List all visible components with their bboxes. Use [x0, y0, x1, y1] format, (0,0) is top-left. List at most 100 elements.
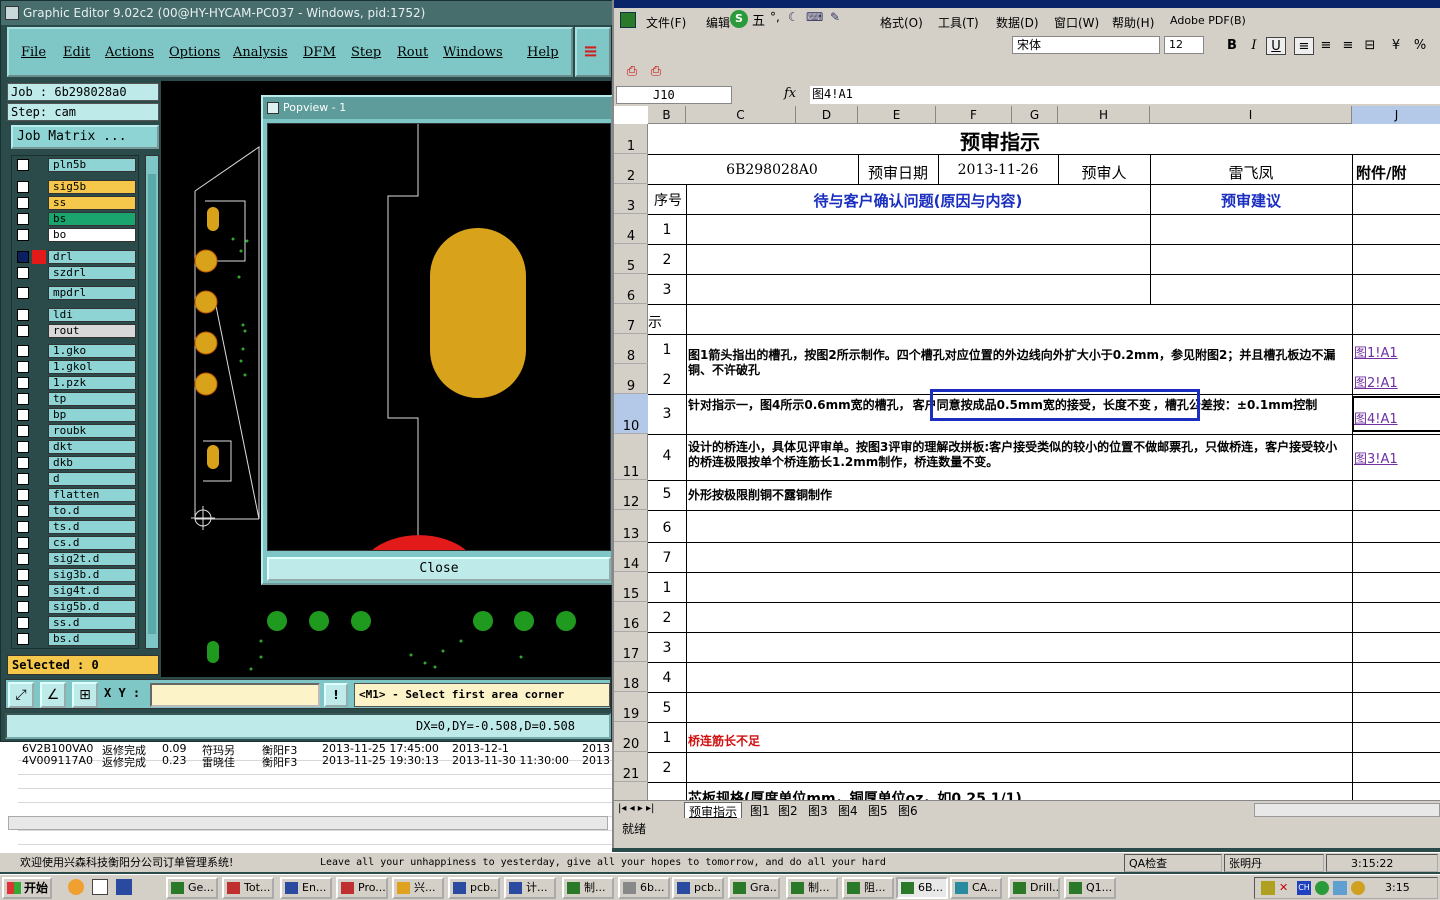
row-header[interactable]: 5	[614, 244, 648, 274]
menu-actions[interactable]: Actions	[105, 45, 154, 60]
instruction-text[interactable]: 图1箭头指出的槽孔，按图2所示制作。四个槽孔对应位置的外边线向外扩大小于0.2m…	[688, 348, 1348, 378]
layer-row[interactable]: szdrl	[14, 266, 136, 280]
row-header[interactable]: 19	[614, 692, 648, 722]
pdf-convert-icon[interactable]: ⎙	[622, 63, 642, 81]
suggest-label[interactable]: 预审建议	[1150, 190, 1352, 211]
taskbar-button[interactable]: 计...	[504, 877, 556, 899]
layer-row[interactable]: 1.pzk	[14, 376, 136, 390]
layer-row[interactable]: ldi	[14, 308, 136, 322]
row-header[interactable]: 13	[614, 510, 648, 542]
row-header[interactable]: 17	[614, 632, 648, 662]
reviewer-name[interactable]: 雷飞凤	[1150, 162, 1352, 183]
layer-checkbox[interactable]	[17, 287, 29, 299]
seq-cell[interactable]: 2	[648, 252, 686, 268]
layer-checkbox[interactable]	[17, 309, 29, 321]
taskbar-button[interactable]: Q1...	[1064, 877, 1116, 899]
formula-input[interactable]: 图4!A1	[810, 86, 1440, 104]
menu-file[interactable]: File	[21, 45, 46, 60]
row-header[interactable]: 8	[614, 334, 648, 364]
layer-color-swatch[interactable]	[32, 408, 46, 422]
layer-color-swatch[interactable]	[32, 440, 46, 454]
column-header[interactable]: C	[686, 106, 796, 124]
instruction-text[interactable]: 设计的桥连小，具体见评审单。按图3评审的理解改拼板:客户接受类似的较小的位置不做…	[688, 440, 1348, 470]
row-header[interactable]: 11	[614, 434, 648, 480]
menu-windows[interactable]: Windows	[443, 45, 503, 60]
taskbar-button[interactable]: 制...	[786, 877, 838, 899]
layer-name[interactable]: bs	[48, 212, 136, 226]
layer-checkbox[interactable]	[17, 377, 29, 389]
layer-name[interactable]: drl	[48, 250, 136, 264]
instruction-no[interactable]: 2	[648, 372, 686, 388]
seq-cell[interactable]: 4	[648, 670, 686, 686]
column-header[interactable]: G	[1012, 106, 1058, 124]
font-size-select[interactable]: 12	[1164, 36, 1204, 54]
layer-checkbox[interactable]	[17, 553, 29, 565]
layer-scrollbar[interactable]	[145, 155, 159, 649]
column-header[interactable]: H	[1058, 106, 1150, 124]
layer-row[interactable]: roubk	[14, 424, 136, 438]
taskbar-button[interactable]: 制...	[562, 877, 614, 899]
align-right-icon[interactable]: ≡	[1338, 37, 1358, 55]
menu-format[interactable]: 格式(O)	[880, 14, 923, 31]
taskbar-button[interactable]: 阻...	[842, 877, 894, 899]
layer-checkbox[interactable]	[17, 505, 29, 517]
layer-row[interactable]: bs.d	[14, 632, 136, 646]
layer-checkbox[interactable]	[17, 457, 29, 469]
layer-color-swatch[interactable]	[32, 616, 46, 630]
taskbar-button[interactable]: 6B...	[896, 877, 948, 899]
menu-edit[interactable]: Edit	[63, 45, 90, 60]
row-header[interactable]: 9	[614, 364, 648, 394]
layer-row[interactable]: ss	[14, 196, 136, 210]
layer-row[interactable]: sig2t.d	[14, 552, 136, 566]
tab-fig5[interactable]: 图5	[868, 802, 888, 819]
layer-name[interactable]: d	[48, 472, 136, 486]
layer-color-swatch[interactable]	[32, 472, 46, 486]
seq-cell[interactable]: 1	[648, 222, 686, 238]
currency-icon[interactable]: ¥	[1386, 37, 1406, 55]
menu-rout[interactable]: Rout	[397, 45, 428, 60]
row-header[interactable]: 15	[614, 572, 648, 602]
menu-step[interactable]: Step	[351, 45, 381, 60]
row-header[interactable]: 2	[614, 154, 648, 184]
layer-row[interactable]: sig3b.d	[14, 568, 136, 582]
layer-color-swatch[interactable]	[32, 488, 46, 502]
tray-icon[interactable]	[1333, 881, 1347, 895]
layer-checkbox[interactable]	[17, 251, 29, 263]
popview-canvas[interactable]	[267, 123, 611, 551]
layer-checkbox[interactable]	[17, 409, 29, 421]
qa-check[interactable]: QA检查	[1124, 854, 1222, 872]
layer-color-swatch[interactable]	[32, 324, 46, 338]
layer-name[interactable]: sig5b.d	[48, 600, 136, 614]
instruction-no[interactable]: 1	[648, 342, 686, 358]
layer-row[interactable]: to.d	[14, 504, 136, 518]
row-header[interactable]: 1	[614, 124, 648, 154]
layer-color-swatch[interactable]	[32, 308, 46, 322]
layer-checkbox[interactable]	[17, 393, 29, 405]
layer-name[interactable]: cs.d	[48, 536, 136, 550]
taskbar-button[interactable]: 兴...	[392, 877, 444, 899]
menu-adobe-pdf[interactable]: Adobe PDF(B)	[1170, 14, 1246, 27]
layer-color-swatch[interactable]	[32, 376, 46, 390]
seq-label[interactable]: 序号	[650, 190, 686, 210]
layer-color-swatch[interactable]	[32, 180, 46, 194]
layer-checkbox[interactable]	[17, 537, 29, 549]
ime-tray-icon[interactable]: CH	[1297, 881, 1311, 895]
attachment-link[interactable]: 图2!A1	[1354, 372, 1398, 391]
menu-analysis[interactable]: Analysis	[233, 45, 288, 60]
layer-name[interactable]: mpdrl	[48, 286, 136, 300]
layer-color-swatch[interactable]	[32, 552, 46, 566]
seq-cell[interactable]: 2	[648, 610, 686, 626]
menu-help[interactable]: 帮助(H)	[1112, 14, 1154, 31]
layer-row[interactable]: cs.d	[14, 536, 136, 550]
wubi-icon[interactable]: 五	[752, 10, 765, 29]
measure-tool-icon[interactable]: ⤢	[8, 682, 34, 708]
layer-checkbox[interactable]	[17, 345, 29, 357]
layer-name[interactable]: flatten	[48, 488, 136, 502]
layer-name[interactable]: sig5b	[48, 180, 136, 194]
grid-tool-icon[interactable]: ⊞	[72, 682, 98, 708]
taskbar-button[interactable]: pcb...	[448, 877, 500, 899]
layer-name[interactable]: sig4t.d	[48, 584, 136, 598]
layer-name[interactable]: rout	[48, 324, 136, 338]
angle-tool-icon[interactable]: ∠	[40, 682, 66, 708]
taskbar-button[interactable]: Gra...	[728, 877, 780, 899]
